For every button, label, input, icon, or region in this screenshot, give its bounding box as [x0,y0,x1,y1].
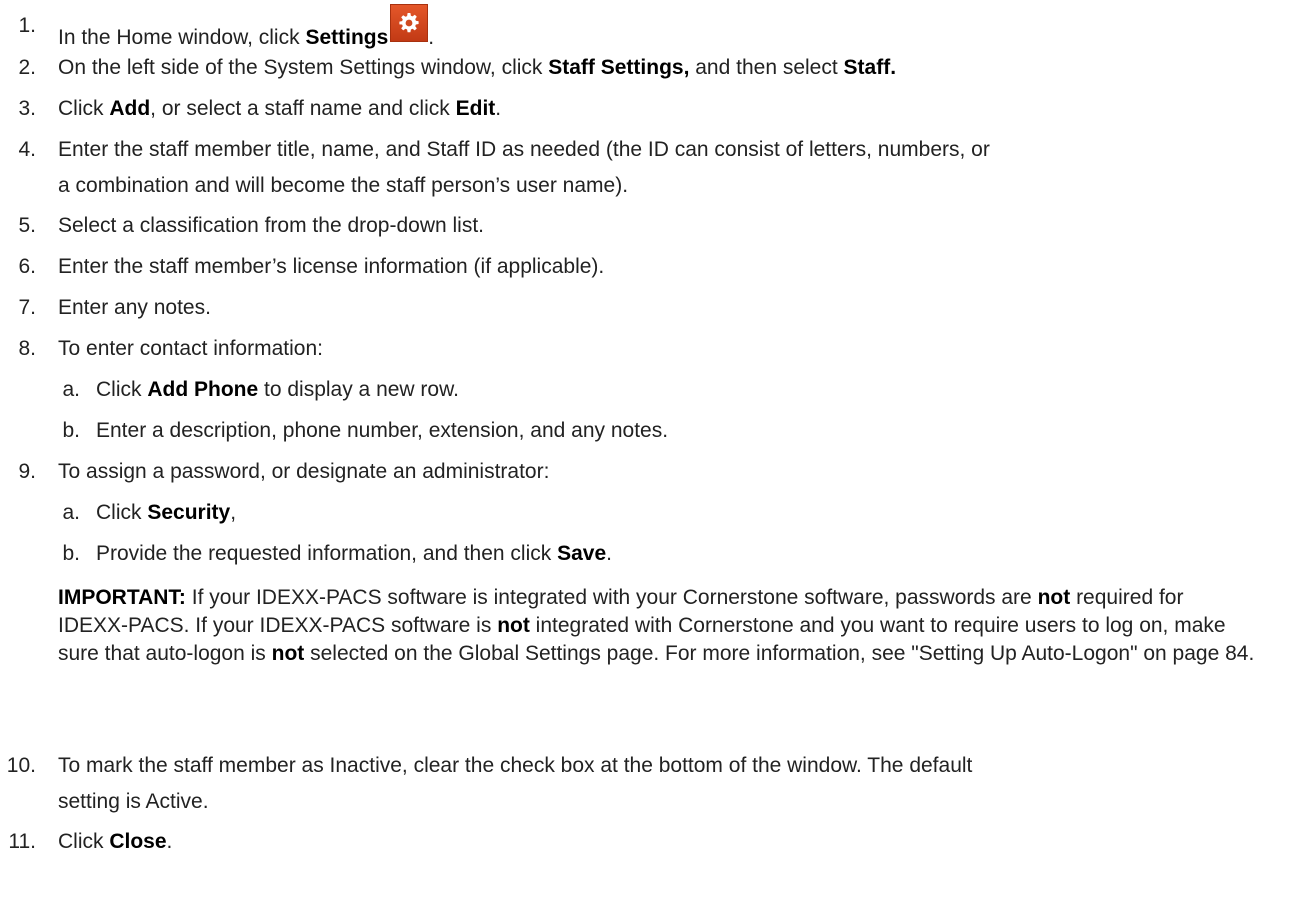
step-text: To enter contact information: [58,337,323,360]
step-number: 3. [18,97,36,120]
step-number: 7. [18,296,36,319]
step-text: To assign a password, or designate an ad… [58,460,550,483]
step-number: 11. [8,830,36,853]
step-number: 1. [18,14,36,37]
step-text: On the left side of the System Settings … [58,56,897,79]
step-text: setting is Active. [58,790,209,813]
step-text: Click Add, or select a staff name and cl… [58,97,502,120]
step-text: Enter the staff member title, name, and … [58,138,990,161]
step-number: 6. [18,255,36,278]
step-text: a combination and will become the staff … [58,174,629,197]
step-text: Enter the staff member’s license informa… [58,255,605,278]
step-number: 8. [18,337,36,360]
gear-icon [390,4,429,42]
instructions-document: 1. In the Home window, click Settings. 2… [0,0,1304,900]
step-number: 4. [18,138,36,161]
step-text: To mark the staff member as Inactive, cl… [58,754,973,777]
substep-text: Enter a description, phone number, exten… [96,419,669,442]
substep-letter: b. [62,419,80,442]
substep-text: Click Add Phone to display a new row. [96,378,459,401]
step-text: Enter any notes. [58,296,211,319]
step-text: Click Close. [58,830,173,853]
important-note: IMPORTANT: If your IDEXX-PACS software i… [58,586,1255,665]
substep-letter: a. [62,501,80,524]
step-text: Select a classification from the drop-do… [58,214,485,237]
substep-letter: b. [62,542,80,565]
step-number: 9. [18,460,36,483]
substep-text: Click Security, [96,501,237,524]
step-number: 2. [18,56,36,79]
step-number: 5. [18,214,36,237]
step-text: In the Home window, click Settings. [58,4,434,52]
substep-text: Provide the requested information, and t… [96,542,612,565]
substep-letter: a. [62,378,80,401]
step-number: 10. [6,754,36,777]
